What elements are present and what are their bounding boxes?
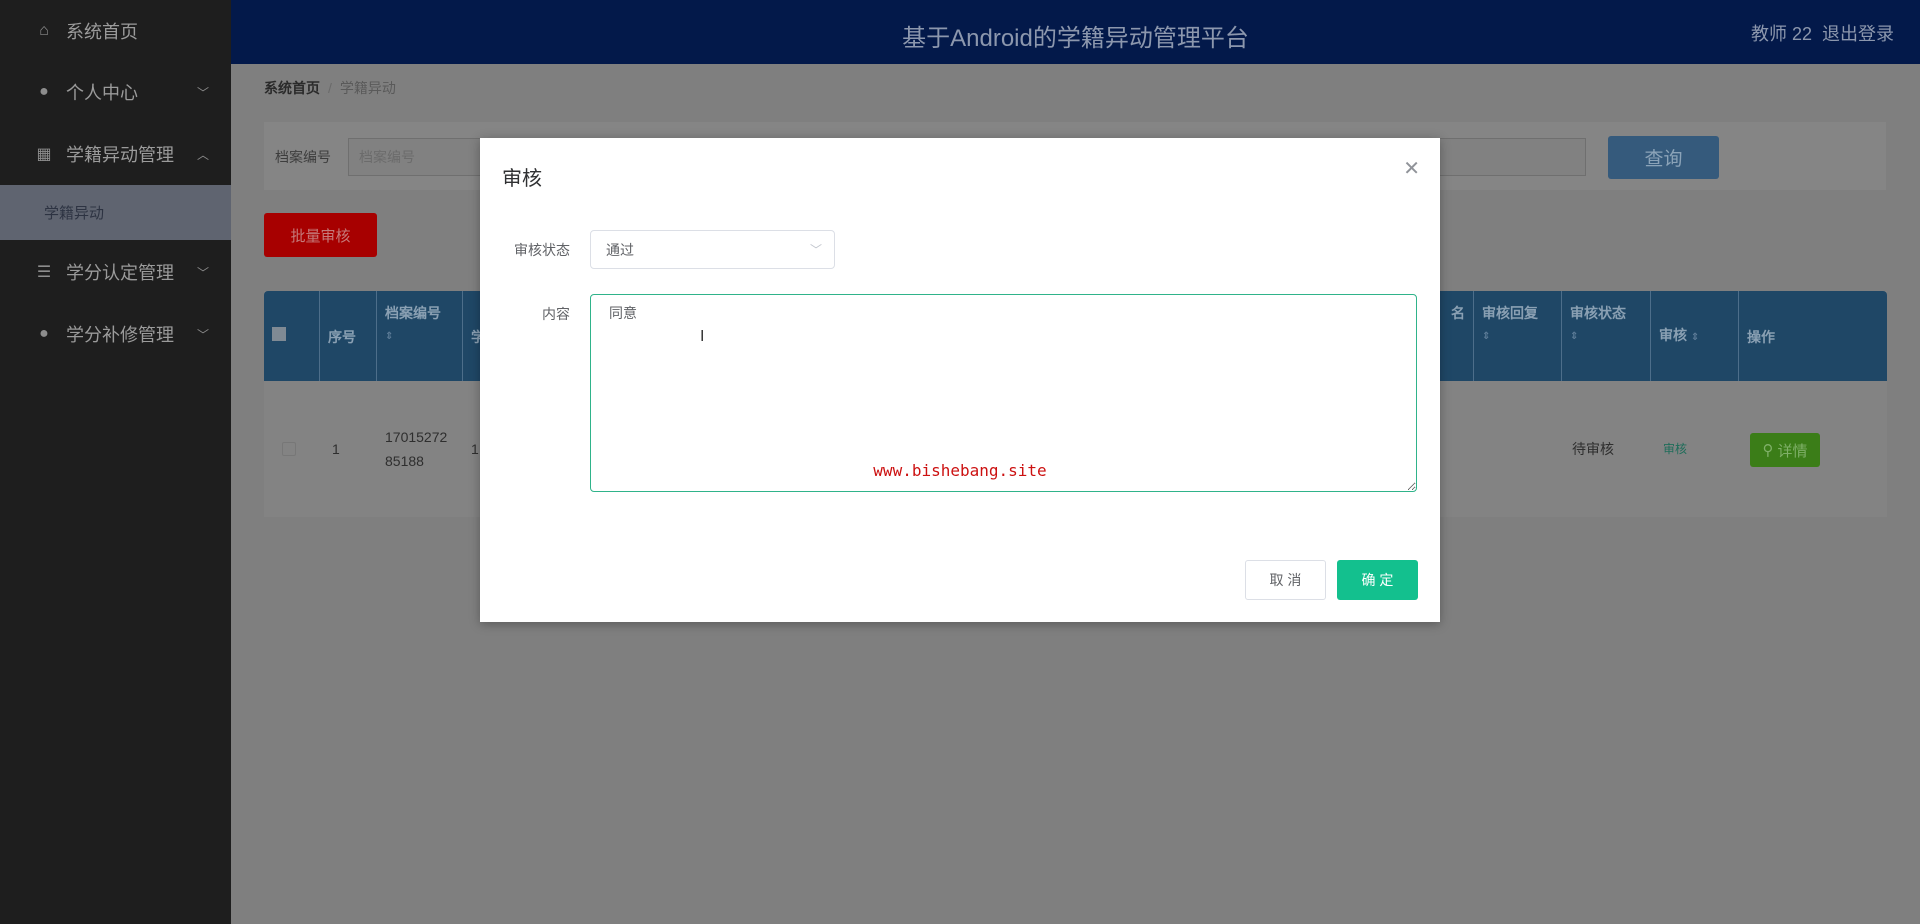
detail-button[interactable]: ⚲ 详情 (1750, 433, 1820, 467)
column-header-audit[interactable]: 审核 ⇕ (1651, 291, 1739, 381)
search-icon: ⚲ (1762, 442, 1774, 459)
sidebar-item-status-change[interactable]: ▦ 学籍异动管理 ︿ (0, 123, 231, 185)
sidebar-item-label: 学籍异动管理 (66, 145, 174, 165)
chevron-down-icon: ﹀ (196, 327, 209, 342)
audit-link[interactable]: 审核 (1655, 381, 1715, 517)
cancel-button[interactable]: 取 消 (1245, 560, 1326, 600)
status-label: 审核状态 (514, 242, 570, 258)
username: 教师 22 (1750, 24, 1812, 44)
grid-icon: ▦ (36, 146, 52, 163)
app-title: 基于Android的学籍异动管理平台 (902, 25, 1249, 52)
breadcrumb-separator: / (328, 80, 332, 96)
close-icon[interactable]: ✕ (1403, 156, 1420, 181)
sidebar-item-makeup[interactable]: ● 学分补修管理 ﹀ (0, 303, 231, 365)
breadcrumb-home[interactable]: 系统首页 (264, 80, 320, 96)
select-all-checkbox[interactable] (264, 291, 320, 381)
sidebar-item-label: 学分补修管理 (66, 325, 174, 345)
batch-audit-button[interactable]: 批量审核 (264, 213, 377, 257)
chevron-down-icon: ﹀ (809, 243, 822, 257)
sidebar-item-label: 个人中心 (66, 83, 138, 103)
sidebar-item-home[interactable]: ⌂ 系统首页 (0, 0, 231, 62)
column-label: 审核回复 (1482, 305, 1538, 321)
sidebar-subitem-status-change[interactable]: 学籍异动 (0, 185, 231, 240)
text-cursor-icon: I (700, 328, 705, 345)
logout-link[interactable]: 退出登录 (1822, 24, 1894, 44)
sidebar-item-personal[interactable]: ● 个人中心 ﹀ (0, 61, 231, 123)
cell-status: 待审核 (1572, 441, 1614, 457)
confirm-button[interactable]: 确 定 (1337, 560, 1418, 600)
sidebar-item-label: 学分认定管理 (66, 263, 174, 283)
sort-icon[interactable]: ⇕ (1691, 332, 1699, 343)
list-icon: ☰ (36, 264, 52, 281)
column-label: 审核状态 (1570, 305, 1626, 321)
user-icon: ● (39, 83, 49, 100)
audit-dialog: 审核 ✕ 审核状态 通过 ﹀ 内容 www.bishebang.site I 取 … (480, 138, 1440, 622)
watermark: www.bishebang.site (873, 461, 1047, 480)
chevron-down-icon: ﹀ (196, 85, 209, 100)
breadcrumb: 系统首页 / 学籍异动 (264, 78, 396, 98)
detail-label: 详情 (1777, 442, 1808, 460)
row-checkbox[interactable] (274, 381, 320, 517)
breadcrumb-current: 学籍异动 (339, 80, 396, 96)
sort-icon[interactable]: ⇕ (1482, 331, 1553, 342)
status-selected-value: 通过 (606, 241, 634, 258)
user-icon: ● (39, 325, 49, 342)
dialog-title: 审核 (502, 168, 542, 190)
sidebar-item-credit[interactable]: ☰ 学分认定管理 ﹀ (0, 241, 231, 303)
sort-icon[interactable]: ⇕ (385, 331, 454, 342)
cell-index: 1 (332, 441, 340, 457)
column-header-actions: 操作 (1747, 329, 1775, 345)
column-header-file-no[interactable]: 档案编号 ⇕ (377, 291, 463, 381)
status-select[interactable]: 通过 ﹀ (590, 230, 835, 269)
column-header-index: 序号 (320, 291, 377, 381)
chevron-up-icon: ︿ (196, 147, 209, 162)
home-icon: ⌂ (39, 22, 49, 39)
sidebar-item-label: 系统首页 (66, 22, 138, 42)
user-area: 教师 22 退出登录 (1751, 20, 1894, 46)
cell-file-no: 1701527285188 (385, 429, 448, 469)
column-label: 档案编号 (385, 305, 441, 321)
chevron-down-icon: ﹀ (196, 265, 209, 280)
column-label: 审核 (1659, 327, 1687, 343)
column-header-status[interactable]: 审核状态 ⇕ (1562, 291, 1651, 381)
file-no-label: 档案编号 (275, 149, 331, 165)
sidebar: ⌂ 系统首页 ● 个人中心 ﹀ ▦ 学籍异动管理 ︿ 学籍异动 ☰ 学分认定管理 ﹀ ● 学分补… (0, 0, 231, 924)
sort-icon[interactable]: ⇕ (1570, 331, 1642, 342)
content-label: 内容 (542, 306, 570, 322)
query-button[interactable]: 查询 (1608, 136, 1719, 179)
column-header-reply[interactable]: 审核回复 ⇕ (1474, 291, 1562, 381)
